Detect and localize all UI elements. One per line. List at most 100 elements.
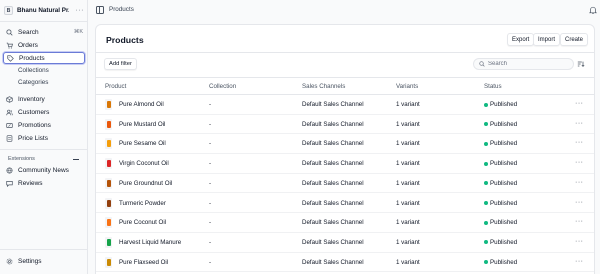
sidebar-toggle-icon[interactable] [96,6,104,14]
product-variants: 1 variant [396,179,420,187]
inventory-icon [5,95,14,104]
nav-community-news[interactable]: Community News [3,164,85,176]
thumbnail-label [106,160,111,168]
product-sales-channel: Default Sales Channel [302,258,364,266]
status-badge: Published [484,259,517,266]
search-icon [5,28,14,37]
table-row[interactable]: Pure Almond Oil - Default Sales Channel 1 v… [96,95,594,115]
add-filter-button[interactable]: Add filter [104,58,137,70]
orders-icon [5,41,14,50]
row-actions-icon[interactable]: ··· [575,258,584,265]
table-header: Product Collection Sales Channels Varian… [96,77,594,95]
product-collection: - [209,160,212,168]
breadcrumb[interactable]: Products [109,6,134,13]
nav-price-lists[interactable]: Price Lists [3,132,85,144]
status-badge: Published [484,239,517,246]
nav-promotions-label: Promotions [18,121,51,129]
header-collection: Collection [209,83,237,90]
nav-products[interactable]: Products [3,52,85,64]
status-text: Published [490,160,518,168]
notification-icon[interactable] [589,6,597,14]
status-dot [484,260,488,265]
nav-search[interactable]: Search ⌘K [3,26,85,38]
product-thumbnail [105,177,112,189]
status-dot [484,141,488,146]
row-actions-icon[interactable]: ··· [575,238,584,245]
row-actions-icon[interactable]: ··· [575,218,584,225]
table-row[interactable]: Pure Coconut Oil - Default Sales Channel 1 … [96,213,594,233]
settings-icon [5,257,14,266]
table-row[interactable]: Pure Sesame Oil - Default Sales Channel 1 v… [96,134,594,155]
nav-promotions[interactable]: Promotions [3,119,85,131]
price-list-icon [5,134,14,143]
nav-inventory[interactable]: Inventory [3,93,85,105]
sort-icon[interactable] [576,59,586,69]
status-text: Published [490,179,518,187]
status-badge: Published [484,219,517,226]
nav-categories[interactable]: Categories [18,77,48,88]
row-actions-icon[interactable]: ··· [575,159,584,166]
header-variants: Variants [396,83,419,90]
product-sales-channel: Default Sales Channel [302,199,364,207]
product-thumbnail [105,217,112,229]
product-name: Pure Flaxseed Oil [119,258,169,266]
status-text: Published [490,258,518,266]
status-dot [484,220,488,225]
export-button[interactable]: Export [507,33,535,46]
create-button[interactable]: Create [560,33,589,46]
nav-customers[interactable]: Customers [3,106,85,118]
import-button[interactable]: Import [533,33,561,46]
status-text: Published [490,140,518,148]
product-sales-channel: Default Sales Channel [302,160,364,168]
product-variants: 1 variant [396,140,420,148]
store-more-icon[interactable]: ··· [76,7,85,14]
thumbnail-label [106,219,111,227]
product-thumbnail [105,236,112,248]
table-row[interactable]: Turmeric Powder - Default Sales Channel 1 v… [96,194,594,214]
nav-reviews[interactable]: Reviews [3,177,85,189]
thumbnail-label [106,199,111,207]
status-badge: Published [484,180,517,187]
table-row[interactable]: Pure Mustard Oil - Default Sales Channel 1 … [96,115,594,135]
divider [0,21,88,22]
thumbnail-label [106,101,111,108]
search-input[interactable] [488,61,568,67]
product-variants: 1 variant [396,101,420,108]
collapse-icon[interactable] [73,159,79,160]
status-dot [484,181,488,186]
product-collection: - [209,120,212,128]
products-card: Products Export Import Create Add filter… [95,24,595,274]
reviews-icon [5,179,14,188]
row-actions-icon[interactable]: ··· [575,100,584,107]
status-dot [484,161,488,166]
nav-orders[interactable]: Orders [3,39,85,51]
row-actions-icon[interactable]: ··· [575,139,584,146]
product-variants: 1 variant [396,199,420,207]
search-box[interactable] [473,58,574,70]
table-row[interactable]: Harvest Liquid Manure - Default Sales Chan… [96,233,594,253]
product-name: Pure Mustard Oil [119,120,166,128]
nav-settings[interactable]: Settings [3,255,85,267]
table-row[interactable]: Pure Flaxseed Oil - Default Sales Channel 1… [96,253,594,273]
product-thumbnail [105,118,112,130]
store-switcher[interactable]: B Bhanu Natural Pr... ··· [4,4,86,17]
table-row[interactable]: Pure Groundnut Oil - Default Sales Channel… [96,174,594,194]
product-collection: - [209,219,212,227]
status-text: Published [490,101,518,108]
store-avatar: B [4,6,13,15]
status-badge: Published [484,200,517,207]
page-title: Products [106,35,144,45]
search-shortcut: ⌘K [73,29,83,35]
nav-collections[interactable]: Collections [18,65,49,76]
row-actions-icon[interactable]: ··· [575,120,584,127]
product-collection: - [209,238,212,246]
top-bar: Products [88,0,600,21]
status-dot [484,240,488,245]
thumbnail-label [106,238,111,246]
nav-community-news-label: Community News [18,166,69,174]
row-actions-icon[interactable]: ··· [575,199,584,206]
thumbnail-label [106,140,111,148]
row-actions-icon[interactable]: ··· [575,179,584,186]
nav-settings-label: Settings [18,257,42,265]
table-row[interactable]: Virgin Coconut Oil - Default Sales Channel… [96,154,594,174]
